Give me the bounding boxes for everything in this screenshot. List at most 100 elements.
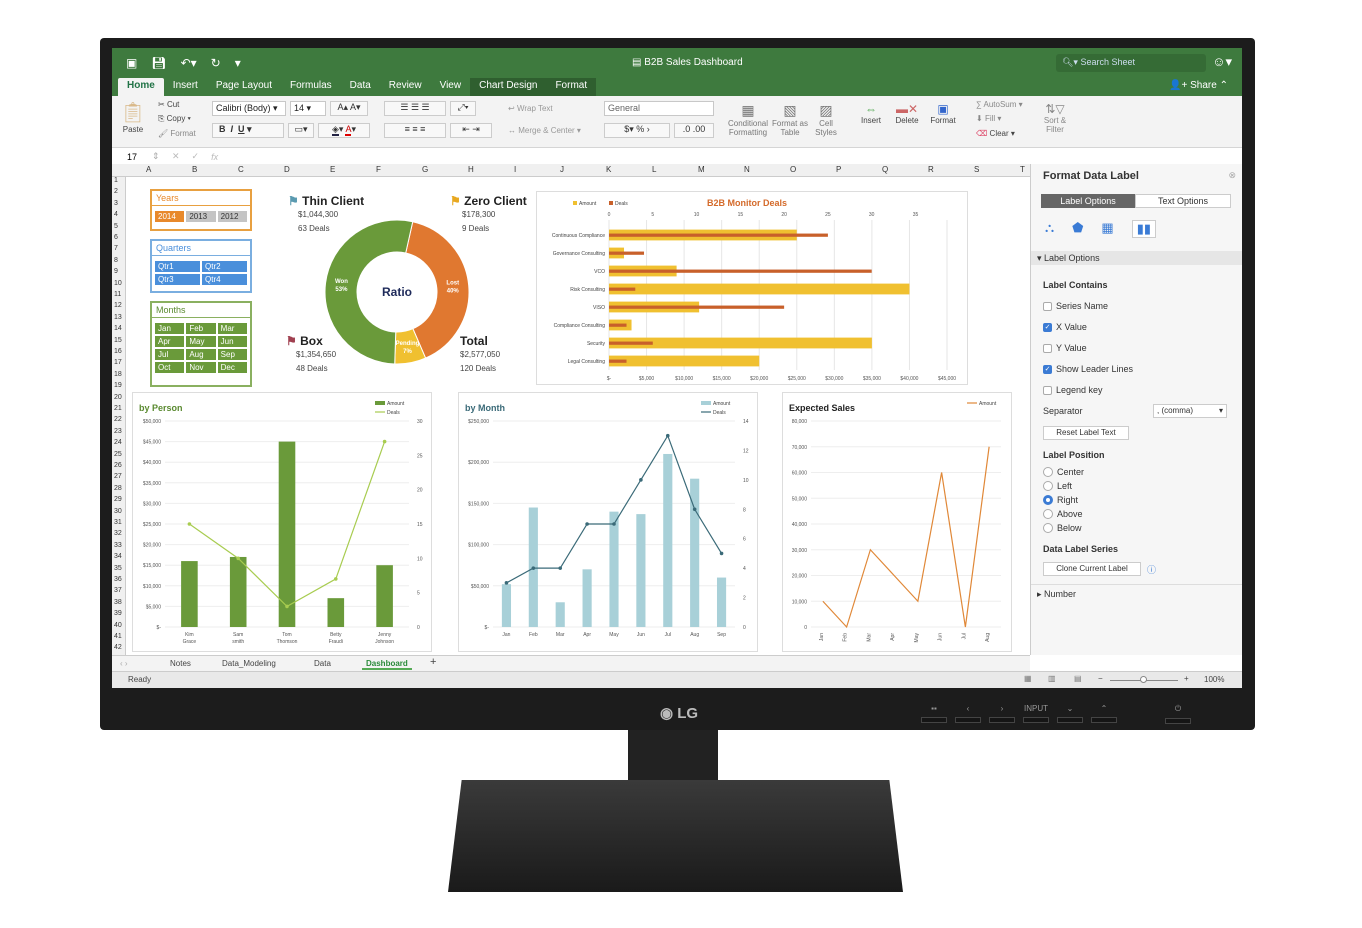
position-below-radio[interactable]: Below bbox=[1043, 523, 1082, 533]
row-header[interactable]: 13 bbox=[114, 314, 122, 321]
column-header[interactable]: S bbox=[974, 165, 979, 174]
slicer-item[interactable]: Oct bbox=[155, 362, 185, 373]
row-header[interactable]: 7 bbox=[114, 245, 118, 252]
row-header[interactable]: 17 bbox=[114, 359, 122, 366]
row-header[interactable]: 11 bbox=[114, 291, 121, 298]
row-header[interactable]: 1 bbox=[114, 177, 118, 184]
cut-button[interactable]: ✂ Cut bbox=[158, 100, 179, 109]
radio[interactable] bbox=[1043, 481, 1053, 491]
size-properties-icon[interactable]: ▦ bbox=[1101, 220, 1113, 238]
slicer-item[interactable]: Aug bbox=[186, 349, 216, 360]
row-header[interactable]: 39 bbox=[114, 610, 122, 617]
checkbox[interactable] bbox=[1043, 385, 1052, 395]
share-button[interactable]: 👤+ Share ⌃ bbox=[1169, 80, 1228, 91]
radio-selected[interactable] bbox=[1043, 495, 1053, 505]
column-header[interactable]: M bbox=[698, 165, 705, 174]
row-header[interactable]: 14 bbox=[114, 325, 122, 332]
format-cells-button[interactable]: ▣ Format bbox=[928, 102, 958, 125]
bold-italic-underline-buttons[interactable]: B I U ▾ bbox=[212, 123, 284, 138]
fill-button[interactable]: ⬇ Fill ▾ bbox=[976, 114, 1001, 123]
sidebar-toggle-icon[interactable]: ▣ bbox=[126, 56, 137, 70]
slicer-item[interactable]: Feb bbox=[186, 323, 216, 334]
tab-formulas[interactable]: Formulas bbox=[281, 78, 341, 96]
column-header[interactable]: N bbox=[744, 165, 750, 174]
b2b-monitor-deals-chart[interactable]: B2B Monitor Deals Amount Deals $- $5,000 $10,… bbox=[536, 191, 968, 385]
tab-text-options[interactable]: Text Options bbox=[1135, 194, 1231, 208]
slicer-item[interactable]: Dec bbox=[217, 362, 247, 373]
slicer-item[interactable]: Apr bbox=[155, 336, 185, 347]
insert-cells-button[interactable]: ⇔ Insert bbox=[856, 102, 886, 125]
x-value-checkbox[interactable]: ✓ X Value bbox=[1043, 322, 1087, 332]
reset-label-text-button[interactable]: Reset Label Text bbox=[1043, 426, 1129, 440]
normal-view-icon[interactable]: ▦ bbox=[1024, 674, 1032, 683]
sheet-tab-dashboard[interactable]: Dashboard bbox=[362, 659, 412, 670]
slicer-item[interactable]: 2014 bbox=[155, 211, 185, 222]
close-pane-icon[interactable]: ⊗ bbox=[1228, 170, 1236, 181]
row-header[interactable]: 19 bbox=[114, 382, 122, 389]
vertical-align-buttons[interactable]: ☰ ☰ ☰ bbox=[384, 101, 446, 116]
radio[interactable] bbox=[1043, 467, 1053, 477]
column-header[interactable]: B bbox=[192, 165, 197, 174]
slicer-item[interactable]: Jul bbox=[155, 349, 185, 360]
add-sheet-icon[interactable]: + bbox=[430, 656, 436, 668]
sheet-tab-notes[interactable]: Notes bbox=[170, 659, 191, 668]
by-month-chart[interactable]: by Month $- $50,000 $100,000 $150,000 $200,00… bbox=[458, 392, 758, 652]
font-name-select[interactable]: Calibri (Body) ▾ bbox=[212, 101, 286, 116]
paste-button[interactable]: 📋︎ Paste bbox=[120, 100, 146, 134]
show-leader-lines-checkbox[interactable]: ✓ Show Leader Lines bbox=[1043, 364, 1133, 374]
name-box[interactable]: 17 bbox=[112, 152, 152, 162]
effects-icon[interactable]: ⬟ bbox=[1072, 220, 1083, 238]
indent-buttons[interactable]: ⇤ ⇥ bbox=[450, 123, 492, 138]
slicer-item[interactable]: 2013 bbox=[186, 211, 216, 222]
column-header[interactable]: Q bbox=[882, 165, 888, 174]
row-header[interactable]: 20 bbox=[114, 394, 122, 401]
tab-home[interactable]: Home bbox=[118, 78, 164, 96]
column-header[interactable]: A bbox=[146, 165, 151, 174]
search-input[interactable]: 🔍︎▾ Search Sheet bbox=[1056, 54, 1206, 72]
right-hw-button[interactable]: › bbox=[988, 704, 1016, 726]
redo-icon[interactable]: ↻ bbox=[211, 56, 221, 70]
row-header[interactable]: 16 bbox=[114, 348, 122, 355]
row-header[interactable]: 3 bbox=[114, 200, 118, 207]
number-format-select[interactable]: General bbox=[604, 101, 714, 116]
sheet-nav-arrows[interactable]: ‹ › bbox=[120, 659, 128, 668]
row-header[interactable]: 24 bbox=[114, 439, 122, 446]
down-hw-button[interactable]: ⌄ bbox=[1056, 704, 1084, 726]
row-header[interactable]: 40 bbox=[114, 622, 122, 629]
row-header[interactable]: 21 bbox=[114, 405, 122, 412]
row-header[interactable]: 18 bbox=[114, 371, 122, 378]
slicer-item[interactable]: Jan bbox=[155, 323, 185, 334]
column-header[interactable]: C bbox=[238, 165, 244, 174]
position-center-radio[interactable]: Center bbox=[1043, 467, 1084, 477]
zoom-in-icon[interactable]: + bbox=[1184, 674, 1189, 683]
row-header[interactable]: 36 bbox=[114, 576, 122, 583]
column-header[interactable]: O bbox=[790, 165, 796, 174]
column-header[interactable]: D bbox=[284, 165, 290, 174]
clear-button[interactable]: ⌫ Clear ▾ bbox=[976, 129, 1015, 138]
currency-percent-buttons[interactable]: $▾ % › bbox=[604, 123, 670, 138]
row-header[interactable]: 37 bbox=[114, 587, 122, 594]
horizontal-align-buttons[interactable]: ≡ ≡ ≡ bbox=[384, 123, 446, 138]
row-header[interactable]: 9 bbox=[114, 268, 118, 275]
column-header[interactable]: G bbox=[422, 165, 428, 174]
page-break-view-icon[interactable]: ▤ bbox=[1074, 674, 1082, 683]
row-header[interactable]: 32 bbox=[114, 530, 122, 537]
wrap-text-button[interactable]: ↩ Wrap Text bbox=[508, 104, 553, 113]
row-header[interactable]: 22 bbox=[114, 416, 122, 423]
label-options-icon[interactable]: ▮▮ bbox=[1131, 220, 1157, 238]
conditional-formatting-button[interactable]: ▦ Conditional Formatting bbox=[728, 102, 768, 137]
power-hw-button[interactable]: ⏻ bbox=[1164, 704, 1192, 726]
menu-hw-button[interactable]: ▪▪ bbox=[920, 704, 948, 726]
borders-button[interactable]: ▭▾ bbox=[288, 123, 314, 138]
checkbox-checked[interactable]: ✓ bbox=[1043, 364, 1052, 374]
slicer-item[interactable]: Sep bbox=[217, 349, 247, 360]
series-name-checkbox[interactable]: Series Name bbox=[1043, 301, 1108, 311]
undo-icon[interactable]: ↶▾ bbox=[181, 56, 197, 70]
format-as-table-button[interactable]: ▧ Format as Table bbox=[772, 102, 808, 137]
checkbox[interactable] bbox=[1043, 301, 1052, 311]
font-size-select[interactable]: 14 ▾ bbox=[290, 101, 326, 116]
checkbox[interactable] bbox=[1043, 343, 1052, 353]
zoom-slider-thumb[interactable] bbox=[1140, 676, 1147, 683]
column-header[interactable]: K bbox=[606, 165, 611, 174]
row-header[interactable]: 23 bbox=[114, 428, 122, 435]
